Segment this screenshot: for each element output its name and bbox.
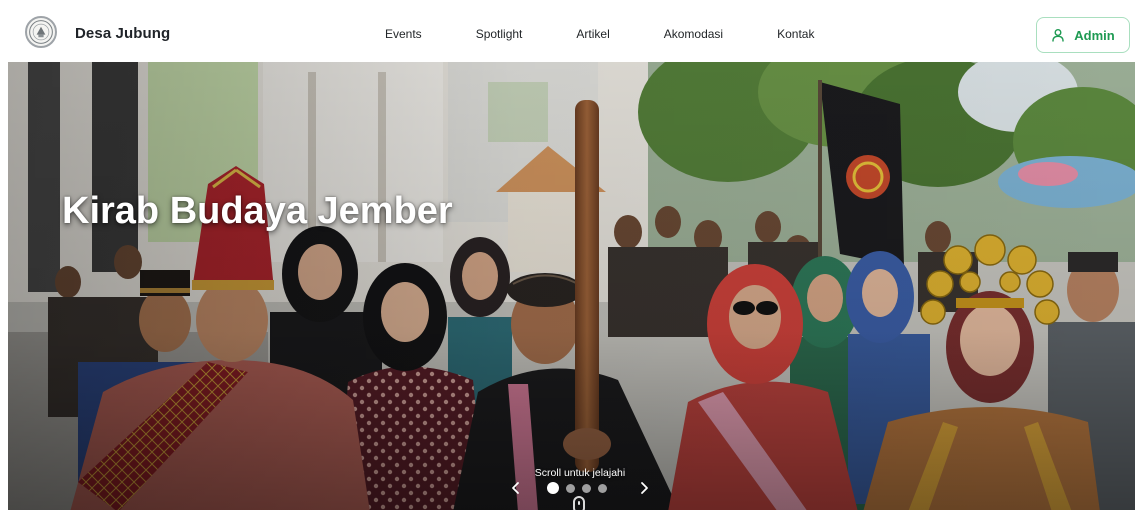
hero-photo: [8, 62, 1135, 510]
brand-name[interactable]: Desa Jubung: [75, 25, 170, 42]
scroll-hint: Scroll untuk jelajahi: [534, 467, 626, 479]
chevron-left-icon: [508, 480, 524, 496]
nav-item-artikel[interactable]: Artikel: [576, 27, 609, 41]
nav-item-akomodasi[interactable]: Akomodasi: [664, 27, 723, 41]
carousel-prev-button[interactable]: [508, 480, 524, 496]
top-navbar: Desa Jubung Events Spotlight Artikel Ako…: [0, 0, 1135, 62]
carousel-dot-4[interactable]: [598, 483, 607, 493]
carousel-dot-2[interactable]: [566, 483, 575, 493]
nav-item-spotlight[interactable]: Spotlight: [476, 27, 523, 41]
admin-button[interactable]: Admin: [1036, 17, 1130, 53]
carousel-dots: [547, 481, 607, 495]
chevron-right-icon: [636, 480, 652, 496]
village-seal-logo[interactable]: [25, 16, 57, 48]
admin-button-label: Admin: [1074, 27, 1115, 43]
nav-item-events[interactable]: Events: [385, 27, 422, 41]
carousel-dot-1[interactable]: [547, 482, 559, 494]
main-nav: Events Spotlight Artikel Akomodasi Konta…: [385, 27, 814, 41]
user-icon: [1051, 28, 1065, 42]
carousel-next-button[interactable]: [636, 480, 652, 496]
nav-item-kontak[interactable]: Kontak: [777, 27, 814, 41]
hero-carousel: Kirab Budaya Jember Scroll untuk jelajah…: [8, 62, 1135, 510]
carousel-dot-3[interactable]: [582, 483, 591, 493]
mouse-scroll-icon: [573, 496, 585, 510]
hero-title: Kirab Budaya Jember: [62, 190, 453, 232]
